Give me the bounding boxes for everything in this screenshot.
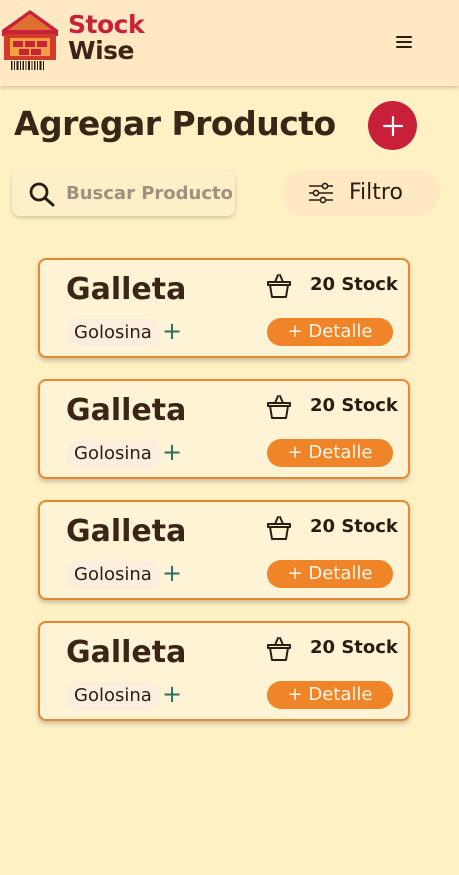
basket-icon [267, 395, 291, 419]
product-stock: 20 Stock [310, 637, 398, 658]
product-stock: 20 Stock [310, 516, 398, 537]
product-card: Galleta 20 Stock Golosina + + Detalle [38, 258, 410, 358]
add-category-button[interactable]: + [162, 681, 182, 707]
product-category: Golosina [66, 561, 160, 589]
add-category-button[interactable]: + [162, 318, 182, 344]
product-stock: 20 Stock [310, 395, 398, 416]
brand-name: Stock Wise [68, 10, 145, 65]
search-box [12, 170, 235, 216]
add-product-button[interactable] [368, 101, 417, 150]
detail-button[interactable]: + Detalle [267, 318, 393, 346]
hamburger-menu-icon[interactable] [396, 36, 412, 50]
brand-line-1: Stock [68, 10, 145, 39]
basket-icon [267, 516, 291, 540]
product-name: Galleta [66, 393, 187, 428]
app-header: Stock Wise [0, 0, 459, 86]
filter-button[interactable]: Filtro [282, 170, 440, 216]
product-name: Galleta [66, 635, 187, 670]
sliders-icon [309, 182, 333, 204]
detail-button[interactable]: + Detalle [267, 439, 393, 467]
basket-icon [267, 274, 291, 298]
detail-button[interactable]: + Detalle [267, 560, 393, 588]
brand-line-2: Wise [68, 36, 134, 65]
filter-label: Filtro [349, 180, 403, 205]
product-category: Golosina [66, 682, 160, 710]
product-card: Galleta 20 Stock Golosina + + Detalle [38, 500, 410, 600]
add-category-button[interactable]: + [162, 560, 182, 586]
product-card: Galleta 20 Stock Golosina + + Detalle [38, 379, 410, 479]
page-title: Agregar Producto [14, 104, 336, 143]
product-category: Golosina [66, 319, 160, 347]
basket-icon [267, 637, 291, 661]
add-category-button[interactable]: + [162, 439, 182, 465]
search-icon [29, 182, 55, 207]
product-stock: 20 Stock [310, 274, 398, 295]
product-name: Galleta [66, 272, 187, 307]
plus-icon [382, 115, 403, 136]
detail-button[interactable]: + Detalle [267, 681, 393, 709]
product-card: Galleta 20 Stock Golosina + + Detalle [38, 621, 410, 721]
search-input[interactable] [66, 178, 232, 208]
product-name: Galleta [66, 514, 187, 549]
warehouse-logo-icon [2, 10, 58, 70]
product-category: Golosina [66, 440, 160, 468]
